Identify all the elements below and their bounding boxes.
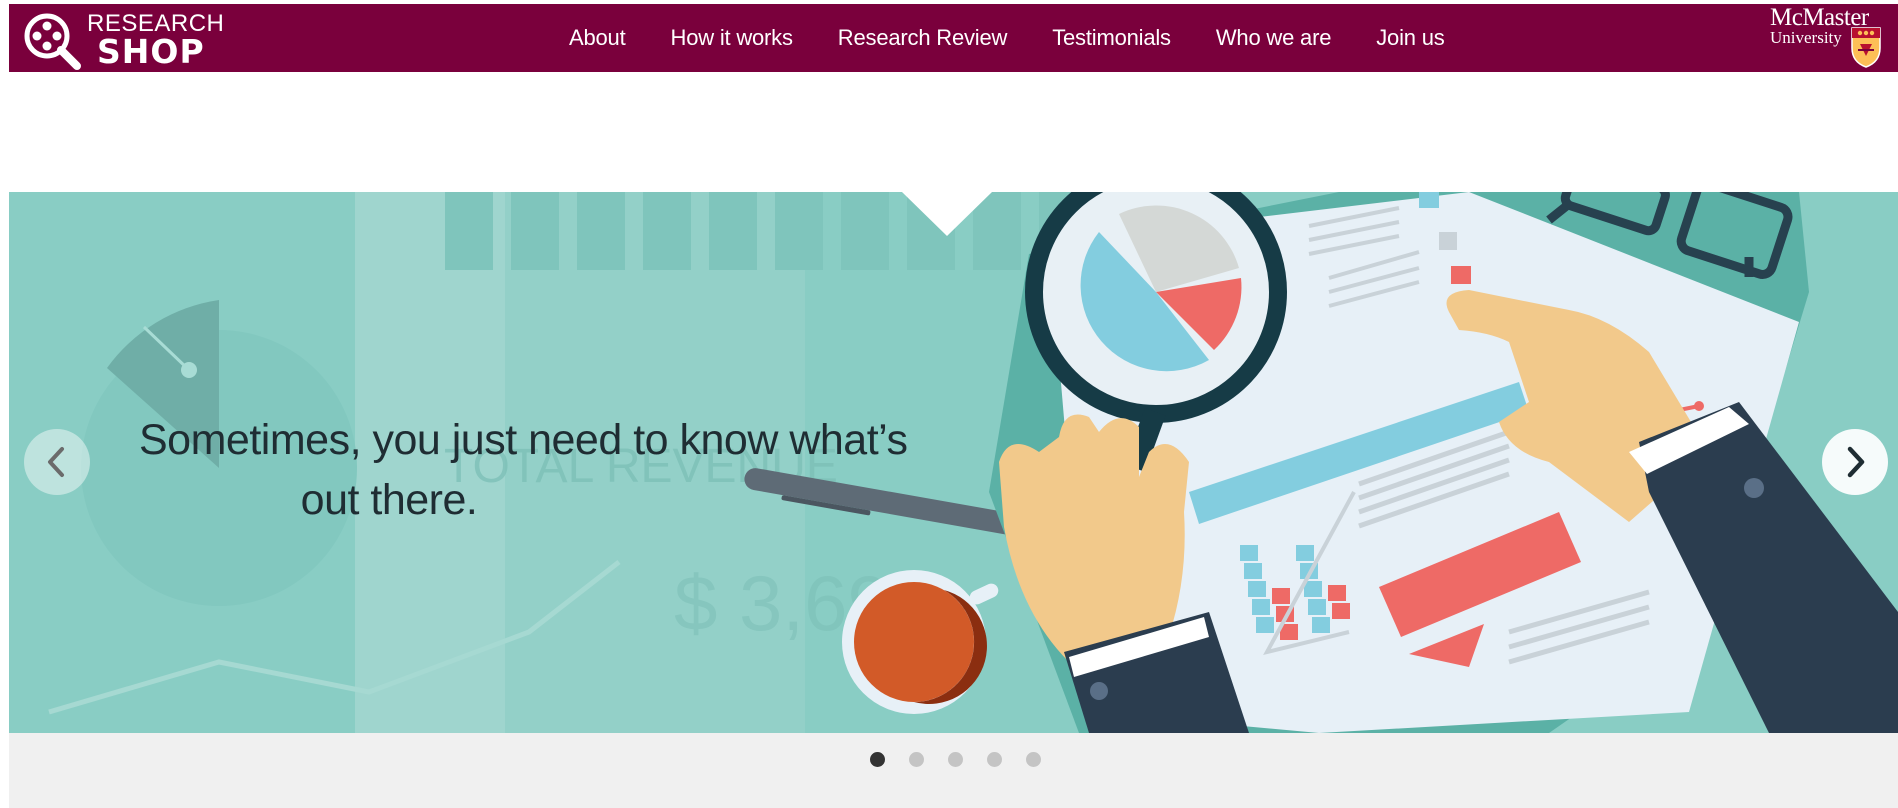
carousel-prev-button[interactable]: [24, 429, 90, 495]
hero-caption-line-2: out there.: [300, 476, 478, 524]
carousel-dot-1[interactable]: [870, 752, 885, 767]
chevron-left-icon: [48, 447, 64, 477]
carousel-dot-4[interactable]: [987, 752, 1002, 767]
nav-join-us[interactable]: Join us: [1376, 25, 1445, 51]
carousel-dots: [870, 752, 1065, 767]
nav-about[interactable]: About: [569, 25, 626, 51]
university-subtitle: University: [1770, 28, 1842, 47]
carousel-dot-3[interactable]: [948, 752, 963, 767]
logo-text-shop: SHOP: [97, 32, 205, 71]
mcmaster-university-logo[interactable]: McMaster University: [1770, 4, 1888, 72]
top-navbar: RESEARCH SHOP About How it works Researc…: [9, 4, 1898, 72]
research-shop-logo[interactable]: RESEARCH SHOP: [23, 8, 224, 71]
carousel-dot-5[interactable]: [1026, 752, 1041, 767]
nav-who-we-are[interactable]: Who we are: [1216, 25, 1332, 51]
carousel-dot-2[interactable]: [909, 752, 924, 767]
hero-notch: [902, 192, 992, 236]
university-crest-icon: [1851, 27, 1881, 68]
hero-slider: TOTAL REVENUE $ 3,69 Sometimes, you just…: [9, 192, 1898, 733]
carousel-next-button[interactable]: [1822, 429, 1888, 495]
hero-caption: Sometimes, you just need to know what’s …: [139, 410, 908, 530]
hero-caption-line-1: Sometimes, you just need to know what’s: [139, 416, 908, 464]
nav-testimonials[interactable]: Testimonials: [1052, 25, 1171, 51]
main-navigation: About How it works Research Review Testi…: [569, 4, 1445, 72]
magnifier-logo-icon: [24, 13, 81, 70]
carousel-pager: [9, 733, 1898, 808]
chevron-right-icon: [1847, 446, 1865, 478]
nav-how-it-works[interactable]: How it works: [671, 25, 793, 51]
nav-research-review[interactable]: Research Review: [838, 25, 1008, 51]
